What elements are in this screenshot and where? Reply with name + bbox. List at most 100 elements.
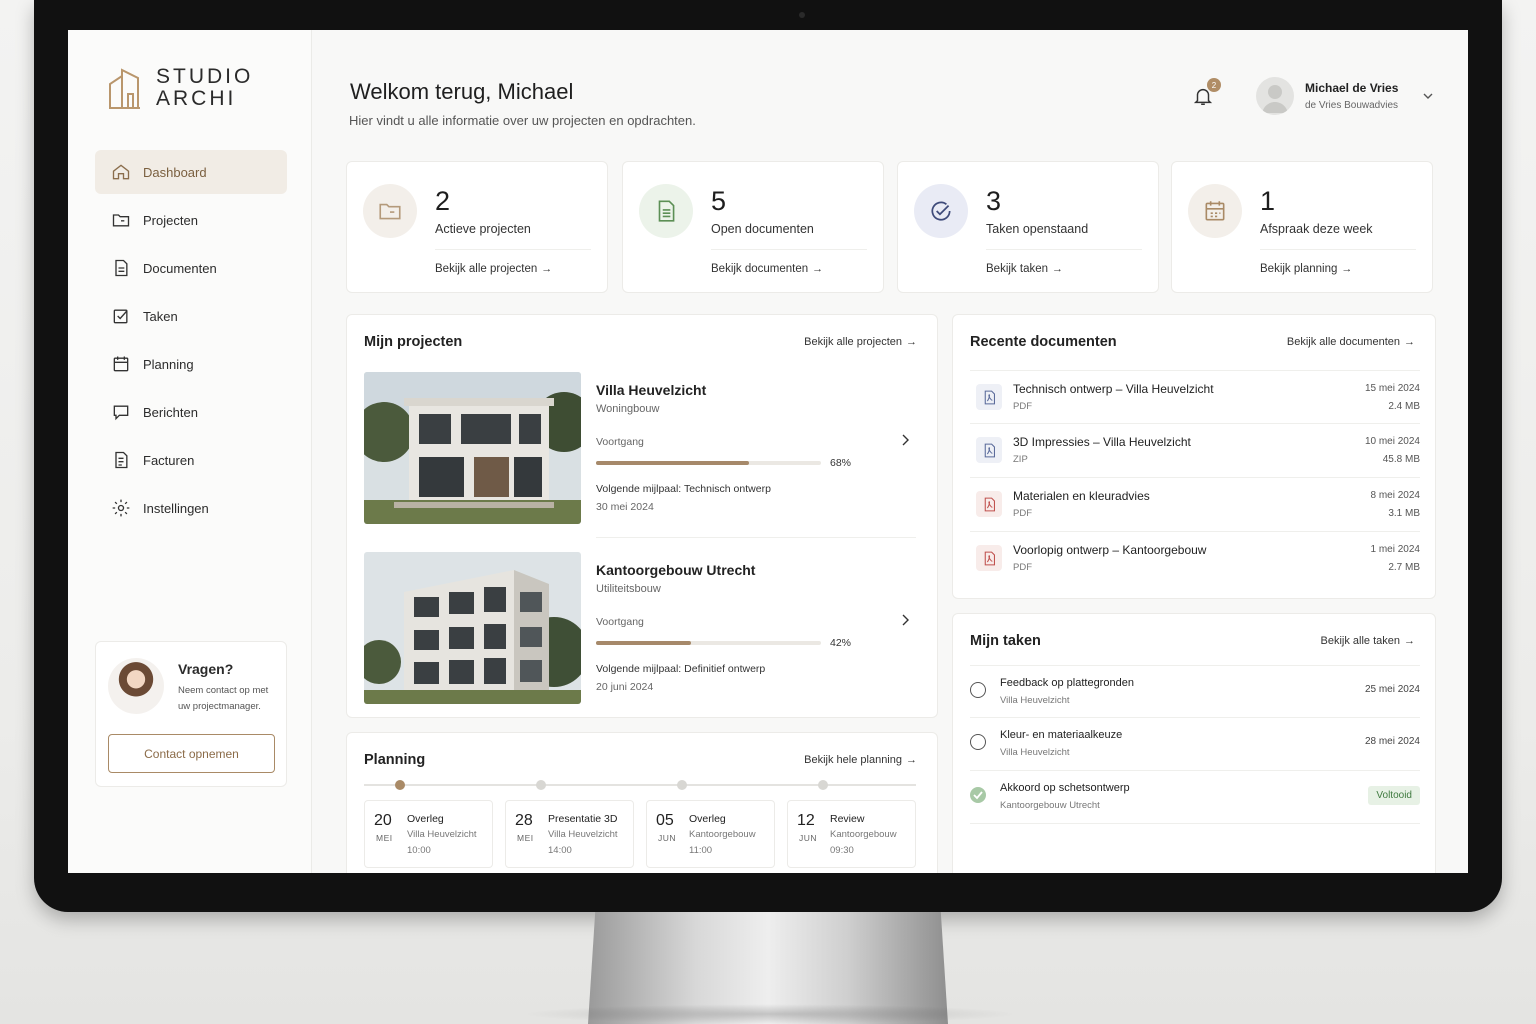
sidebar-item-taken[interactable]: Taken (95, 294, 287, 338)
house-illustration (364, 372, 581, 524)
progress-label: Voortgang (596, 436, 644, 448)
document-size: 45.8 MB (1382, 454, 1420, 465)
task-date: 25 mei 2024 (1364, 684, 1420, 695)
stat-link[interactable]: Bekijk taken → (986, 263, 1063, 275)
divider (435, 249, 591, 250)
building-logo-icon (109, 68, 140, 109)
stand-shadow (520, 1004, 1020, 1024)
project-card-kantoor[interactable]: Kantoorgebouw Utrecht Utiliteitsbouw Voo… (364, 552, 916, 706)
invoice-icon (115, 451, 128, 469)
user-name[interactable]: Michael de Vries (1305, 81, 1398, 95)
progress-label: Voortgang (596, 616, 644, 628)
office-illustration (364, 552, 581, 704)
document-date: 1 mei 2024 (1370, 544, 1420, 555)
sidebar-item-label: Documenten (143, 260, 217, 276)
stat-link-label: Bekijk taken (986, 263, 1049, 275)
project-milestone: Volgende mijlpaal: Definitief ontwerp (596, 663, 766, 675)
document-type: PDF (1013, 401, 1032, 412)
planning-item[interactable]: 20 MEI Overleg Villa Heuvelzicht 10:00 (364, 800, 493, 868)
arrow-right-icon: → (1404, 635, 1415, 647)
stat-link-label: Bekijk alle projecten (435, 263, 538, 275)
sidebar-item-projecten[interactable]: Projecten (95, 198, 287, 242)
check-circle-icon (931, 201, 951, 221)
planning-view-all-link[interactable]: Bekijk hele planning → (804, 754, 917, 766)
projects-panel: Mijn projecten Bekijk alle projecten → V… (346, 314, 938, 718)
brand-logo[interactable]: STUDIO ARCHI (108, 66, 253, 110)
project-manager-avatar (108, 658, 164, 714)
planning-item[interactable]: 28 MEI Presentatie 3D Villa Heuvelzicht … (505, 800, 634, 868)
sidebar-nav: Dashboard Projecten Documenten Taken Pla… (95, 150, 287, 534)
document-type: ZIP (1013, 454, 1028, 465)
project-image-villa (364, 372, 581, 524)
arrow-right-icon: → (906, 336, 917, 348)
zip-file-icon (976, 437, 1002, 463)
project-card-villa[interactable]: Villa Heuvelzicht Woningbouw Voortgang 6… (364, 372, 916, 538)
sidebar-item-instellingen[interactable]: Instellingen (95, 486, 287, 530)
help-title: Vragen? (178, 661, 234, 677)
task-row[interactable]: Kleur- en materiaalkeuze Villa Heuvelzic… (970, 717, 1420, 770)
document-row[interactable]: 3D Impressies – Villa Heuvelzicht ZIP 10… (970, 423, 1420, 478)
planning-item[interactable]: 05 JUN Overleg Kantoorgebouw 11:00 (646, 800, 775, 868)
sidebar-item-label: Projecten (143, 212, 198, 228)
link-label: Bekijk alle documenten (1286, 336, 1400, 348)
stat-link[interactable]: Bekijk planning → (1260, 263, 1352, 275)
planning-title: Planning (364, 752, 426, 768)
document-icon (115, 259, 128, 277)
arrow-right-icon: → (812, 263, 824, 275)
progress-percent: 68% (830, 457, 852, 469)
calendar-icon (1205, 201, 1225, 221)
sidebar-item-label: Instellingen (143, 500, 209, 516)
chevron-right-icon[interactable] (898, 613, 912, 627)
checkbox-icon (113, 309, 128, 324)
sidebar-item-documenten[interactable]: Documenten (95, 246, 287, 290)
pdf-file-icon (976, 545, 1002, 571)
progress-percent: 42% (830, 637, 852, 649)
document-type: PDF (1013, 508, 1032, 519)
task-checkbox-checked[interactable] (970, 787, 986, 803)
status-badge: Voltooid (1368, 786, 1420, 805)
help-card: Vragen? Neem contact op met uw projectma… (95, 641, 287, 787)
task-name: Kleur- en materiaalkeuze (1000, 729, 1123, 741)
sidebar-item-planning[interactable]: Planning (95, 342, 287, 386)
documents-view-all-link[interactable]: Bekijk alle documenten → (1287, 336, 1415, 348)
chevron-right-icon[interactable] (898, 433, 912, 447)
stat-label: Actieve projecten (435, 222, 531, 236)
arrow-right-icon: → (906, 754, 917, 766)
sidebar-item-berichten[interactable]: Berichten (95, 390, 287, 434)
pdf-file-icon (976, 491, 1002, 517)
chevron-down-icon[interactable] (1422, 90, 1434, 102)
document-row[interactable]: Technisch ontwerp – Villa Heuvelzicht PD… (970, 370, 1420, 425)
project-milestone-date: 30 mei 2024 (596, 501, 654, 513)
document-row[interactable]: Voorlopig ontwerp – Kantoorgebouw PDF 1 … (970, 531, 1420, 586)
task-name: Akkoord op schetsontwerp (1000, 782, 1130, 794)
user-avatar[interactable] (1256, 77, 1294, 115)
document-row[interactable]: Materialen en kleuradvies PDF 8 mei 2024… (970, 477, 1420, 532)
project-image-kantoor (364, 552, 581, 704)
project-milestone-date: 20 juni 2024 (596, 681, 654, 693)
arrow-right-icon: → (1341, 263, 1353, 275)
timeline-dot (677, 780, 687, 790)
plan-month: MEI (517, 833, 534, 843)
gear-icon (112, 499, 130, 517)
sidebar-item-dashboard[interactable]: Dashboard (95, 150, 287, 194)
task-row[interactable]: Akkoord op schetsontwerp Kantoorgebouw U… (970, 770, 1420, 824)
planning-item[interactable]: 12 JUN Review Kantoorgebouw 09:30 (787, 800, 916, 868)
stat-link[interactable]: Bekijk alle projecten → (435, 263, 552, 275)
projects-view-all-link[interactable]: Bekijk alle projecten → (804, 336, 917, 348)
stat-card-appointments: 1 Afspraak deze week Bekijk planning → (1171, 161, 1433, 293)
divider (711, 249, 867, 250)
link-label: Bekijk hele planning (804, 754, 902, 766)
plan-month: JUN (658, 833, 677, 843)
plan-title: Overleg (689, 813, 726, 825)
plan-time: 11:00 (689, 845, 713, 856)
task-checkbox[interactable] (970, 682, 986, 698)
tasks-view-all-link[interactable]: Bekijk alle taken → (1321, 635, 1416, 647)
progress-fill (596, 641, 691, 645)
project-milestone: Volgende mijlpaal: Technisch ontwerp (596, 483, 771, 495)
task-date: 28 mei 2024 (1364, 736, 1420, 747)
contact-button[interactable]: Contact opnemen (108, 734, 275, 773)
stat-link[interactable]: Bekijk documenten → (711, 263, 823, 275)
sidebar-item-facturen[interactable]: Facturen (95, 438, 287, 482)
task-checkbox[interactable] (970, 734, 986, 750)
task-row[interactable]: Feedback op plattegronden Villa Heuvelzi… (970, 665, 1420, 718)
